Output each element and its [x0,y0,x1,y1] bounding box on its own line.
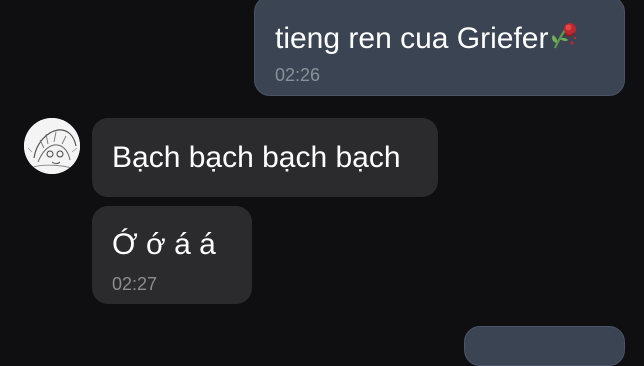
message-bubble-outgoing[interactable]: tieng ren cua Griefer 02:26 [254,0,625,96]
message-bubble-incoming[interactable]: Bạch bạch bạch bạch [92,118,438,197]
message-timestamp: 02:26 [275,65,321,85]
avatar[interactable] [24,118,80,174]
message-timestamp: 02:27 [112,274,158,294]
wilted-rose-icon [549,21,579,59]
sketch-avatar-icon [24,118,80,174]
message-bubble-outgoing[interactable] [464,326,625,366]
message-text-content: tieng ren cua Griefer [275,22,549,55]
message-bubble-incoming[interactable]: Ớ ớ á á 02:27 [92,206,252,304]
message-text: tieng ren cua Griefer [275,21,579,59]
message-text: Ớ ớ á á [112,228,216,261]
message-text: Bạch bạch bạch bạch [112,141,401,174]
